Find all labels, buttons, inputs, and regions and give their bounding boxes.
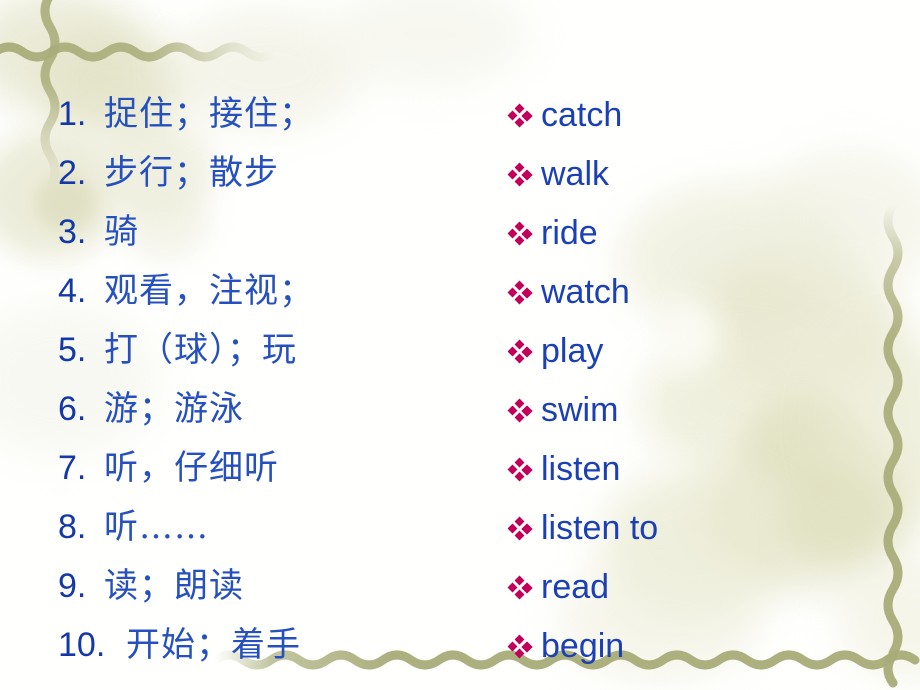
list-item-number: 9. <box>58 567 87 605</box>
list-item-number: 2. <box>58 154 87 192</box>
list-item-number: 1. <box>58 95 87 133</box>
diamond-cluster-icon <box>505 455 535 485</box>
list-item: ride <box>505 204 905 263</box>
list-item: 10. 开始；着手 <box>58 617 498 676</box>
list-item: 1. 捉住；接住； <box>58 86 498 145</box>
slide-canvas: 1. 捉住；接住； 2. 步行；散步 3. 骑 4. 观看，注视； 5. 打（球… <box>0 0 920 690</box>
diamond-cluster-icon <box>505 337 535 367</box>
english-word: swim <box>541 391 619 429</box>
list-item-text: 观看，注视； <box>104 271 314 311</box>
list-item: 7. 听，仔细听 <box>58 440 498 499</box>
list-item: 4. 观看，注视； <box>58 263 498 322</box>
diamond-cluster-icon <box>505 632 535 662</box>
list-item-number: 5. <box>58 331 87 369</box>
list-item: listen <box>505 440 905 499</box>
list-item-number: 4. <box>58 272 87 310</box>
list-item: read <box>505 558 905 617</box>
diamond-cluster-icon <box>505 396 535 426</box>
english-word-list: catch walk ride watch play swim listen l… <box>505 86 905 676</box>
list-item: play <box>505 322 905 381</box>
slide-content: 1. 捉住；接住； 2. 步行；散步 3. 骑 4. 观看，注视； 5. 打（球… <box>0 0 920 690</box>
list-item-text: 听，仔细听 <box>104 448 279 488</box>
list-item-number: 8. <box>58 508 87 546</box>
list-item: 8. 听…… <box>58 499 498 558</box>
chinese-meaning-list: 1. 捉住；接住； 2. 步行；散步 3. 骑 4. 观看，注视； 5. 打（球… <box>58 86 498 676</box>
list-item: 2. 步行；散步 <box>58 145 498 204</box>
list-item: 9. 读；朗读 <box>58 558 498 617</box>
english-word: watch <box>541 273 630 311</box>
list-item: listen to <box>505 499 905 558</box>
list-item-text: 听…… <box>104 507 209 547</box>
list-item: watch <box>505 263 905 322</box>
english-word: listen <box>541 450 621 488</box>
list-item-text: 开始；着手 <box>126 625 301 665</box>
list-item: 3. 骑 <box>58 204 498 263</box>
list-item: swim <box>505 381 905 440</box>
diamond-cluster-icon <box>505 573 535 603</box>
english-word: begin <box>541 627 625 665</box>
list-item-text: 骑 <box>104 212 139 252</box>
list-item-text: 打（球）；玩 <box>104 330 297 370</box>
english-word: listen to <box>541 509 659 547</box>
english-word: ride <box>541 214 598 252</box>
list-item-number: 6. <box>58 390 87 428</box>
english-word: read <box>541 568 610 606</box>
list-item: 5. 打（球）；玩 <box>58 322 498 381</box>
english-word: walk <box>541 155 610 193</box>
list-item-number: 10. <box>58 626 106 664</box>
list-item: walk <box>505 145 905 204</box>
list-item-text: 步行；散步 <box>104 153 279 193</box>
list-item: begin <box>505 617 905 676</box>
list-item-text: 捉住；接住； <box>104 94 314 134</box>
diamond-cluster-icon <box>505 278 535 308</box>
list-item: 6. 游；游泳 <box>58 381 498 440</box>
list-item-text: 读；朗读 <box>104 566 244 606</box>
diamond-cluster-icon <box>505 160 535 190</box>
diamond-cluster-icon <box>505 219 535 249</box>
list-item-number: 3. <box>58 213 87 251</box>
list-item: catch <box>505 86 905 145</box>
list-item-number: 7. <box>58 449 87 487</box>
english-word: catch <box>541 96 623 134</box>
diamond-cluster-icon <box>505 514 535 544</box>
diamond-cluster-icon <box>505 101 535 131</box>
english-word: play <box>541 332 604 370</box>
list-item-text: 游；游泳 <box>104 389 244 429</box>
